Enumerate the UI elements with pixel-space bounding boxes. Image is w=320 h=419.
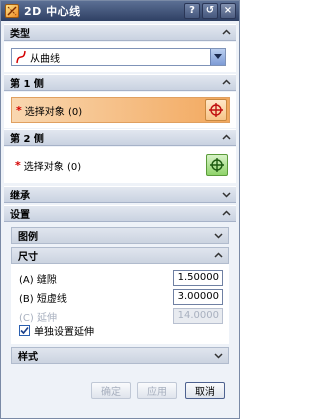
- chevron-up-icon: [222, 210, 231, 216]
- section-header-side1[interactable]: 第 1 侧: [4, 74, 236, 91]
- chevron-down-icon: [214, 233, 223, 239]
- dialog-window: 2D 中心线 ? ↺ × 类型 从曲线 第 1 侧 * 选择对象 (0) 第 2…: [0, 0, 240, 419]
- curve-icon: [16, 50, 26, 64]
- extension-label: (C) 延伸: [19, 312, 57, 324]
- help-button[interactable]: ?: [184, 3, 200, 19]
- chevron-down-icon: [222, 192, 231, 198]
- required-star: *: [15, 158, 21, 172]
- extension-input: 14.0000: [173, 308, 223, 324]
- crosshair-select-button[interactable]: [206, 154, 228, 176]
- close-button[interactable]: ×: [220, 3, 236, 19]
- section-header-settings[interactable]: 设置: [4, 205, 236, 222]
- subsection-size-label: 尺寸: [18, 252, 38, 263]
- chevron-up-icon: [222, 134, 231, 140]
- reset-button[interactable]: ↺: [202, 3, 218, 19]
- short-dash-input[interactable]: 3.00000: [173, 289, 223, 305]
- type-dropdown-value: 从曲线: [30, 53, 60, 65]
- side2-select-row[interactable]: * 选择对象 (0): [11, 152, 230, 178]
- side1-select-label: 选择对象 (0): [24, 106, 83, 118]
- subsection-header-style[interactable]: 样式: [11, 347, 229, 364]
- apply-button[interactable]: 应用: [137, 382, 177, 399]
- separate-extension-label: 单独设置延伸: [34, 327, 94, 338]
- side1-select-row[interactable]: * 选择对象 (0): [11, 97, 230, 123]
- chevron-up-icon: [222, 29, 231, 35]
- crosshair-select-button[interactable]: [205, 99, 227, 121]
- field-row-gap: (A) 缝隙 1.50000: [19, 269, 223, 287]
- subsection-header-size[interactable]: 尺寸: [11, 247, 229, 264]
- section-header-side2[interactable]: 第 2 侧: [4, 129, 236, 146]
- cancel-button[interactable]: 取消: [185, 382, 225, 399]
- field-row-short-dash: (B) 短虚线 3.00000: [19, 288, 223, 306]
- checkmark-icon: [20, 326, 29, 335]
- crosshair-icon: [209, 103, 223, 117]
- gap-label: (A) 缝隙: [19, 274, 57, 286]
- section-header-inherit[interactable]: 继承: [4, 186, 236, 203]
- section-header-type[interactable]: 类型: [4, 24, 236, 41]
- section-type-label: 类型: [10, 29, 30, 40]
- side2-select-label: 选择对象 (0): [23, 161, 82, 173]
- required-star: *: [16, 103, 22, 117]
- crosshair-icon: [210, 158, 224, 172]
- section-settings-label: 设置: [10, 210, 30, 221]
- chevron-up-icon: [222, 79, 231, 85]
- section-inherit-label: 继承: [10, 191, 30, 202]
- subsection-legend-label: 图例: [18, 232, 38, 243]
- type-dropdown[interactable]: 从曲线: [11, 48, 226, 66]
- chevron-down-icon: [214, 353, 223, 359]
- ok-button[interactable]: 确定: [91, 382, 131, 399]
- subsection-style-label: 样式: [18, 352, 38, 363]
- separate-extension-checkbox[interactable]: [19, 325, 30, 336]
- dropdown-arrow-icon[interactable]: [210, 49, 225, 65]
- short-dash-label: (B) 短虚线: [19, 293, 67, 305]
- gap-input[interactable]: 1.50000: [173, 270, 223, 286]
- chevron-up-icon: [214, 252, 223, 258]
- dialog-title: 2D 中心线: [24, 5, 81, 18]
- app-icon: [5, 4, 19, 18]
- separate-extension-option[interactable]: 单独设置延伸: [19, 323, 94, 338]
- section-side2-label: 第 2 侧: [10, 134, 44, 145]
- subsection-header-legend[interactable]: 图例: [11, 227, 229, 244]
- title-bar[interactable]: 2D 中心线 ? ↺ ×: [1, 1, 239, 21]
- section-side1-label: 第 1 侧: [10, 79, 44, 90]
